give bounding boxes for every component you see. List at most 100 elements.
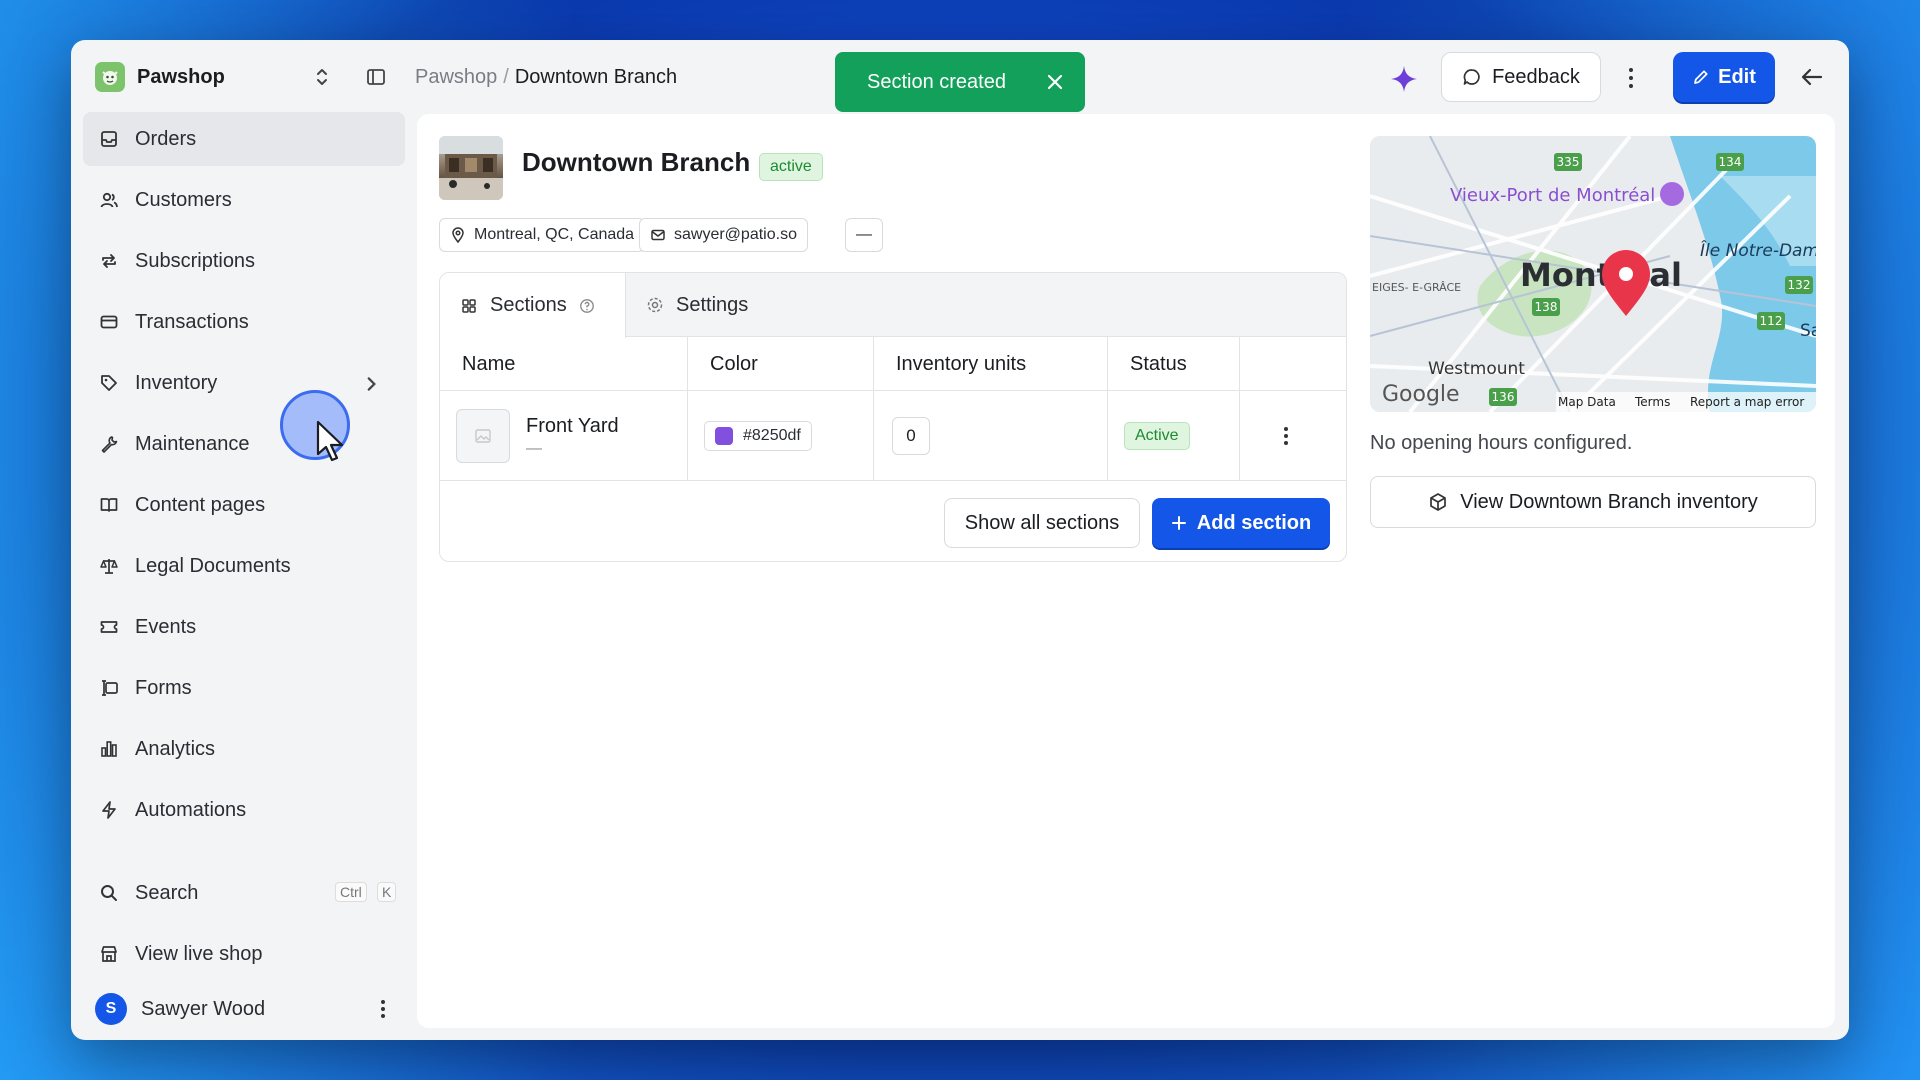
plus-icon <box>1171 516 1186 530</box>
sidebar-item-content-pages[interactable]: Content pages <box>83 478 405 532</box>
breadcrumb-parent[interactable]: Pawshop <box>415 66 497 89</box>
cell-status: Active <box>1108 391 1240 481</box>
grid-icon <box>462 298 476 313</box>
main-panel: Downtown Branch active Montreal, QC, Can… <box>417 114 1835 1028</box>
image-placeholder-icon <box>456 409 510 463</box>
view-live-shop-label: View live shop <box>135 942 263 965</box>
chevron-right-icon[interactable] <box>361 374 381 394</box>
sidebar-item-label: Forms <box>135 676 192 699</box>
tab-settings[interactable]: Settings <box>626 273 796 337</box>
color-value: #8250df <box>743 427 801 444</box>
page-title: Downtown Branch <box>522 147 751 177</box>
gear-icon <box>647 297 663 313</box>
map-logo: Google <box>1382 382 1460 407</box>
close-icon[interactable] <box>1045 72 1065 92</box>
ticket-icon <box>100 621 118 633</box>
tab-bar: Sections Settings <box>440 273 1346 338</box>
inventory-units-value: 0 <box>892 417 930 455</box>
kbd-k: K <box>377 882 397 902</box>
more-vertical-icon[interactable] <box>1276 424 1296 448</box>
repeat-icon <box>102 254 116 268</box>
sparkle-icon[interactable] <box>1389 64 1419 94</box>
user-profile[interactable]: S Sawyer Wood <box>95 984 405 1034</box>
add-section-button[interactable]: Add section <box>1152 498 1330 548</box>
more-vertical-icon[interactable] <box>373 998 393 1020</box>
sections-card: Sections Settings Name Color Inventory u… <box>439 272 1347 562</box>
tab-sections[interactable]: Sections <box>440 273 626 338</box>
sidebar-item-inventory[interactable]: Inventory <box>83 356 405 410</box>
route-shield: 136 <box>1492 390 1515 404</box>
users-icon <box>100 192 118 208</box>
sidebar-toggle-icon[interactable] <box>365 66 387 88</box>
tab-label: Settings <box>676 293 749 316</box>
sidebar-item-label: Orders <box>135 127 197 150</box>
cursor-icon <box>316 420 344 462</box>
cell-actions <box>1240 391 1346 481</box>
tab-label: Sections <box>490 294 567 316</box>
card-icon <box>100 315 118 329</box>
breadcrumb: Pawshop / Downtown Branch <box>415 66 677 89</box>
extra-chip[interactable]: — <box>845 218 883 252</box>
box-icon <box>1430 493 1447 511</box>
edit-label: Edit <box>1718 65 1756 88</box>
view-inventory-label: View Downtown Branch inventory <box>1460 490 1758 513</box>
scale-icon <box>100 559 118 574</box>
sidebar-item-subscriptions[interactable]: Subscriptions <box>83 234 405 288</box>
breadcrumb-current: Downtown Branch <box>514 66 678 88</box>
view-inventory-button[interactable]: View Downtown Branch inventory <box>1370 476 1816 528</box>
sidebar-item-label: Subscriptions <box>135 249 256 272</box>
column-header-actions <box>1240 337 1346 391</box>
sidebar-item-label: Events <box>135 615 197 638</box>
help-circle-icon[interactable] <box>579 298 595 314</box>
location-chip[interactable]: Montreal, QC, Canada <box>439 218 646 252</box>
sidebar-item-analytics[interactable]: Analytics <box>83 722 405 776</box>
route-shield: 112 <box>1760 314 1783 328</box>
sidebar-search[interactable]: Search Ctrl K <box>83 866 405 920</box>
toast-message: Section created <box>867 70 1006 93</box>
column-header-name: Name <box>440 337 688 391</box>
avatar: S <box>95 993 127 1025</box>
sidebar: Pawshop Orders Customers Subscriptions T… <box>71 40 416 1040</box>
route-shield: 134 <box>1719 155 1742 169</box>
breadcrumb-separator: / <box>503 66 509 88</box>
pawshop-logo-icon <box>95 62 125 92</box>
arrow-left-icon[interactable] <box>1799 64 1825 90</box>
cell-inventory-units: 0 <box>874 391 1108 481</box>
table-row[interactable]: Front Yard — #8250df 0 Active <box>440 391 1346 481</box>
email-text: sawyer@patio.so <box>674 226 797 243</box>
map-terms-link[interactable]: Terms <box>1634 395 1670 409</box>
sidebar-item-legal-documents[interactable]: Legal Documents <box>83 539 405 593</box>
route-shield: 132 <box>1788 278 1811 292</box>
wrench-icon <box>101 436 118 453</box>
sidebar-item-forms[interactable]: Forms <box>83 661 405 715</box>
search-icon <box>101 885 117 901</box>
feedback-button[interactable]: Feedback <box>1441 52 1601 102</box>
brand[interactable]: Pawshop <box>95 62 225 92</box>
opening-hours-text: No opening hours configured. <box>1370 432 1633 454</box>
chevron-updown-icon[interactable] <box>311 66 333 88</box>
sidebar-item-transactions[interactable]: Transactions <box>83 295 405 349</box>
email-chip[interactable]: sawyer@patio.so <box>639 218 808 252</box>
sidebar-item-events[interactable]: Events <box>83 600 405 654</box>
location-map[interactable]: 335 134 138 132 112 136 Vieux-Port de Mo… <box>1370 136 1816 412</box>
feedback-label: Feedback <box>1492 65 1580 88</box>
route-shield: 138 <box>1535 300 1558 314</box>
more-vertical-icon[interactable] <box>1619 64 1643 92</box>
map-report-link[interactable]: Report a map error <box>1690 395 1804 409</box>
show-all-sections-button[interactable]: Show all sections <box>944 498 1140 548</box>
sidebar-item-orders[interactable]: Orders <box>83 112 405 166</box>
column-header-status: Status <box>1108 337 1240 391</box>
edit-button[interactable]: Edit <box>1673 52 1775 102</box>
status-badge: active <box>759 153 823 181</box>
map-city-label: Montreal <box>1520 256 1682 294</box>
sidebar-item-maintenance[interactable]: Maintenance <box>83 417 405 471</box>
map-data-link[interactable]: Map Data <box>1558 395 1616 409</box>
kbd-ctrl: Ctrl <box>335 882 367 902</box>
sidebar-item-automations[interactable]: Automations <box>83 783 405 837</box>
map-east-label: Sai <box>1800 321 1816 341</box>
sidebar-item-customers[interactable]: Customers <box>83 173 405 227</box>
sidebar-item-label: Content pages <box>135 493 266 516</box>
route-shield: 335 <box>1557 155 1580 169</box>
view-live-shop-link[interactable]: View live shop <box>83 927 405 981</box>
sidebar-nav: Orders Customers Subscriptions Transacti… <box>83 112 405 844</box>
